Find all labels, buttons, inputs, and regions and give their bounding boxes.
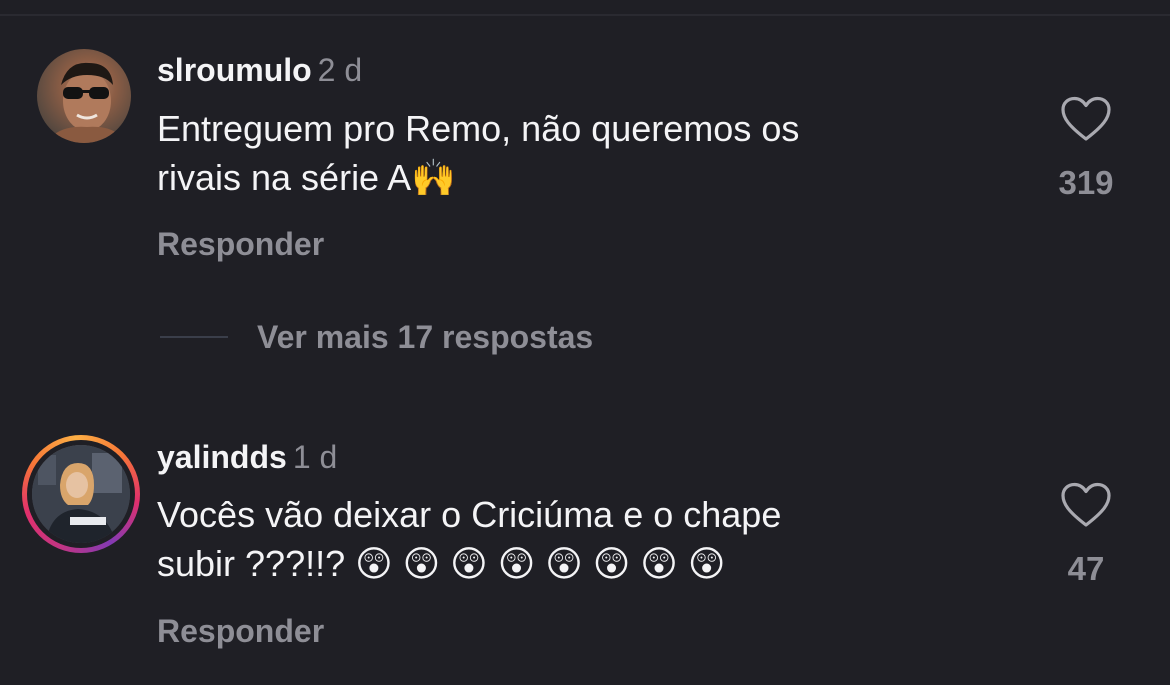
username[interactable]: yalindds	[157, 439, 287, 475]
comment-text-line: Entreguem pro Remo, não queremos os	[157, 108, 800, 149]
comment-header: yalindds 1 d	[157, 437, 337, 477]
avatar[interactable]	[37, 49, 131, 143]
like-control: 319	[1026, 96, 1146, 202]
top-divider	[0, 14, 1170, 16]
like-control: 47	[1026, 482, 1146, 588]
timestamp: 1 d	[292, 439, 338, 475]
replies-divider	[160, 336, 228, 338]
username[interactable]: slroumulo	[157, 52, 312, 88]
heart-icon[interactable]	[1061, 96, 1111, 142]
avatar-photo-icon	[47, 62, 125, 143]
comment-header: slroumulo 2 d	[157, 50, 362, 90]
like-count: 47	[1067, 550, 1105, 587]
reply-button[interactable]: Responder	[157, 224, 324, 264]
timestamp: 2 d	[317, 52, 363, 88]
reply-button[interactable]: Responder	[157, 611, 324, 651]
view-more-replies[interactable]: Ver mais 17 respostas	[160, 317, 593, 357]
view-more-replies-label[interactable]: Ver mais 17 respostas	[257, 319, 593, 356]
comment-text-line: Vocês vão deixar o Criciúma e o chape	[157, 494, 782, 535]
comment-text: Vocês vão deixar o Criciúma e o chape su…	[157, 490, 977, 588]
like-count: 319	[1058, 164, 1114, 201]
avatar-photo-icon	[32, 445, 130, 543]
heart-icon[interactable]	[1061, 482, 1111, 528]
avatar[interactable]	[32, 445, 130, 543]
comment-text-line: rivais na série A🙌	[157, 157, 456, 198]
comment-text-line: subir ???!!? 😲 😲 😲 😲 😲 😲 😲 😲	[157, 543, 726, 584]
comment-text: Entreguem pro Remo, não queremos os riva…	[157, 104, 977, 202]
